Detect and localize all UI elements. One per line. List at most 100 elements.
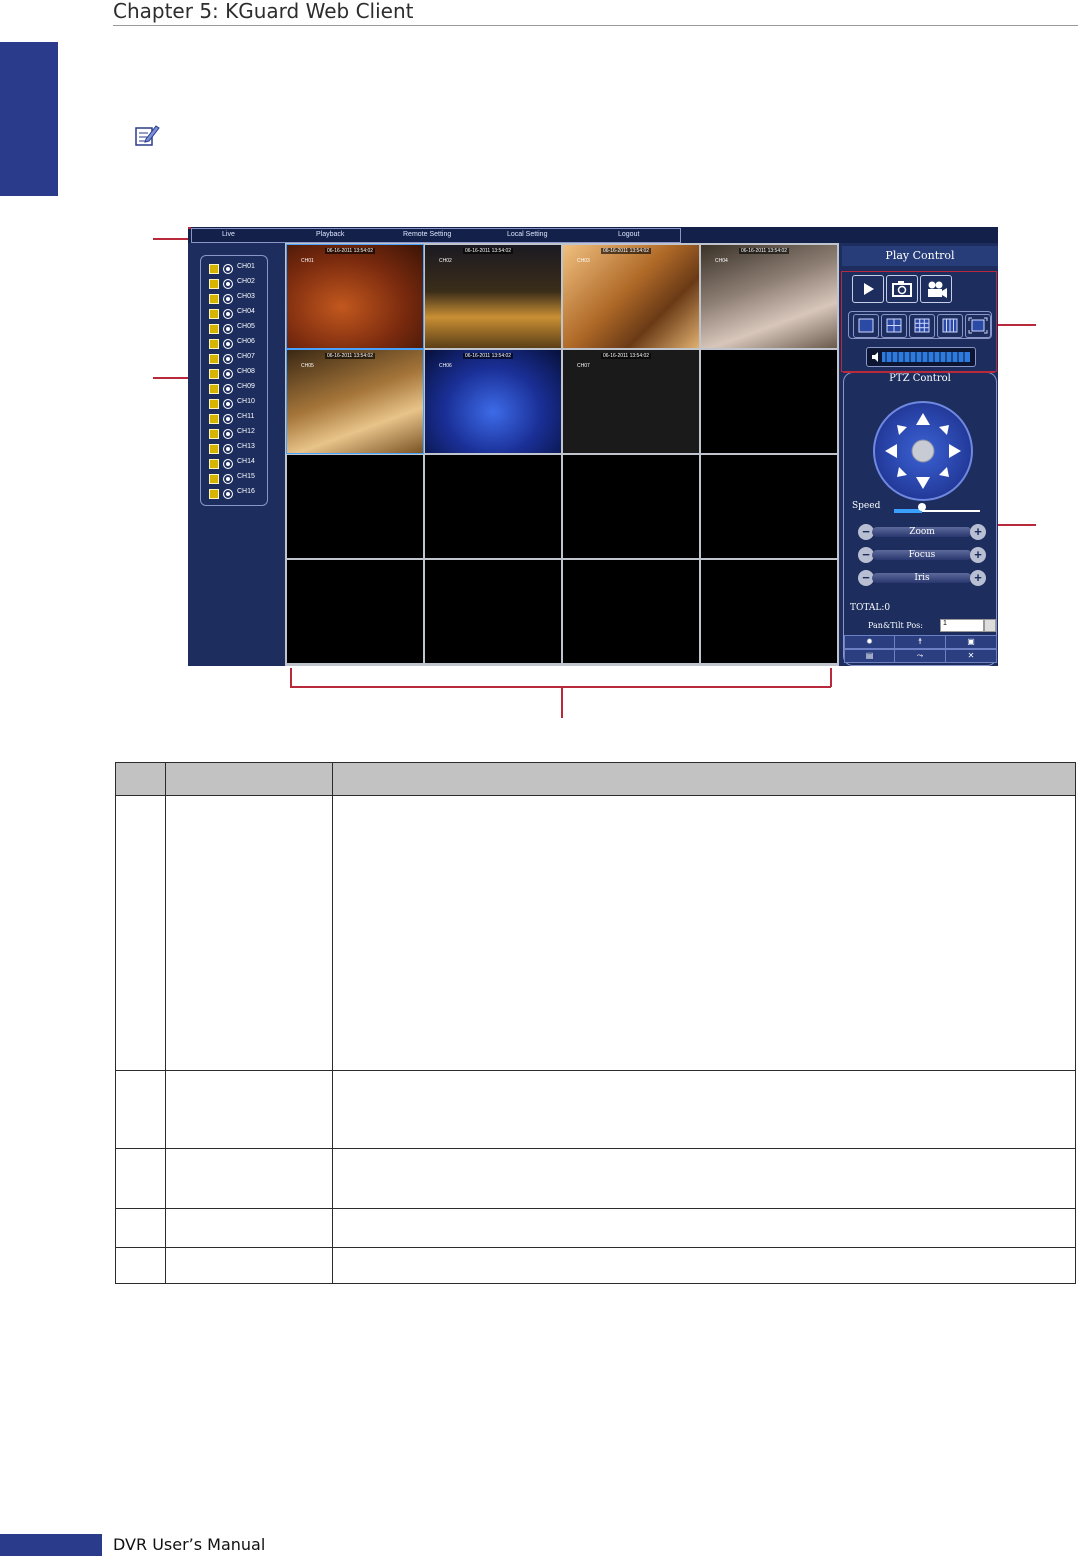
channel-row[interactable]: CH04 bbox=[209, 308, 265, 320]
play-icon[interactable] bbox=[209, 294, 219, 304]
layout-4-button[interactable] bbox=[881, 314, 907, 338]
camera-label: CH05 bbox=[301, 363, 314, 369]
channel-row[interactable]: CH15 bbox=[209, 473, 265, 485]
play-icon[interactable] bbox=[209, 459, 219, 469]
channel-row[interactable]: CH09 bbox=[209, 383, 265, 395]
layout-1-button[interactable] bbox=[853, 314, 879, 338]
menu-logout[interactable]: Logout bbox=[618, 231, 639, 238]
menu-local-setting[interactable]: Local Setting bbox=[507, 231, 547, 238]
play-icon[interactable] bbox=[209, 444, 219, 454]
table-row-border bbox=[116, 795, 1075, 796]
camera-timestamp: 06-16-2011 13:54:02 bbox=[325, 353, 376, 359]
record-dot-icon bbox=[223, 474, 233, 484]
camera-view[interactable] bbox=[701, 455, 837, 558]
channel-row[interactable]: CH05 bbox=[209, 323, 265, 335]
channel-row[interactable]: CH07 bbox=[209, 353, 265, 365]
pan-tilt-spinner[interactable] bbox=[984, 619, 996, 632]
camera-view[interactable] bbox=[425, 560, 561, 663]
menu-playback[interactable]: Playback bbox=[316, 231, 344, 238]
play-icon[interactable] bbox=[209, 474, 219, 484]
play-icon[interactable] bbox=[209, 414, 219, 424]
delete-button[interactable]: ✕ bbox=[945, 649, 997, 663]
camera-view[interactable] bbox=[287, 455, 423, 558]
footer-bar bbox=[0, 1534, 102, 1556]
ptz-joystick[interactable] bbox=[873, 401, 973, 501]
side-tab bbox=[0, 42, 58, 196]
channel-label: CH16 bbox=[237, 488, 255, 495]
channel-label: CH10 bbox=[237, 398, 255, 405]
settings-button[interactable]: ✹ bbox=[844, 635, 895, 649]
play-control-title: Play Control bbox=[842, 246, 998, 266]
layout-16-button[interactable] bbox=[937, 314, 963, 338]
snapshot-button[interactable] bbox=[886, 275, 918, 303]
channel-label: CH03 bbox=[237, 293, 255, 300]
play-icon[interactable] bbox=[209, 399, 219, 409]
focus-plus-button[interactable]: + bbox=[970, 547, 986, 563]
channel-label: CH06 bbox=[237, 338, 255, 345]
camera-view[interactable] bbox=[425, 455, 561, 558]
record-dot-icon bbox=[223, 444, 233, 454]
play-icon[interactable] bbox=[209, 339, 219, 349]
play-icon[interactable] bbox=[209, 264, 219, 274]
play-icon[interactable] bbox=[209, 429, 219, 439]
camera-view[interactable]: 06-16-2011 13:54:02 CH01 bbox=[286, 244, 424, 349]
record-dot-icon bbox=[223, 279, 233, 289]
camera-timestamp: 06-16-2011 13:54:02 bbox=[601, 248, 652, 254]
channel-row[interactable]: CH02 bbox=[209, 278, 265, 290]
camera-view[interactable] bbox=[701, 560, 837, 663]
channel-row[interactable]: CH16 bbox=[209, 488, 265, 500]
play-icon[interactable] bbox=[209, 324, 219, 334]
camera-timestamp: 06-16-2011 13:54:02 bbox=[601, 353, 652, 359]
play-icon[interactable] bbox=[209, 369, 219, 379]
layout-9-button[interactable] bbox=[909, 314, 935, 338]
zoom-in-button[interactable]: + bbox=[970, 524, 986, 540]
camera-view[interactable]: 06-16-2011 13:54:02 CH05 bbox=[286, 349, 424, 454]
camera-view[interactable]: 06-16-2011 13:54:02 CH03 bbox=[563, 245, 699, 348]
channel-row[interactable]: CH13 bbox=[209, 443, 265, 455]
channel-label: CH04 bbox=[237, 308, 255, 315]
channel-label: CH01 bbox=[237, 263, 255, 270]
camera-view[interactable]: 06-16-2011 13:54:02 CH07 bbox=[563, 350, 699, 453]
camera-label: CH07 bbox=[577, 363, 590, 369]
play-icon[interactable] bbox=[209, 279, 219, 289]
channel-row[interactable]: CH03 bbox=[209, 293, 265, 305]
channel-row[interactable]: CH10 bbox=[209, 398, 265, 410]
channel-row[interactable]: CH08 bbox=[209, 368, 265, 380]
save-button[interactable]: ▤ bbox=[844, 649, 895, 663]
play-icon[interactable] bbox=[209, 309, 219, 319]
fullscreen-button[interactable] bbox=[965, 314, 991, 338]
channel-row[interactable]: CH01 bbox=[209, 263, 265, 275]
play-icon[interactable] bbox=[209, 489, 219, 499]
channel-row[interactable]: CH14 bbox=[209, 458, 265, 470]
iris-plus-button[interactable]: + bbox=[970, 570, 986, 586]
camera-timestamp: 06-16-2011 13:54:02 bbox=[739, 248, 790, 254]
camera-view[interactable] bbox=[701, 350, 837, 453]
channel-row[interactable]: CH06 bbox=[209, 338, 265, 350]
camera-view[interactable] bbox=[563, 455, 699, 558]
note-icon bbox=[135, 125, 160, 146]
record-dot-icon bbox=[223, 354, 233, 364]
camera-view[interactable] bbox=[563, 560, 699, 663]
gear-icon: ✹ bbox=[866, 637, 873, 646]
camera-view[interactable]: 06-16-2011 13:54:02 CH04 bbox=[701, 245, 837, 348]
path-button[interactable]: ⤳ bbox=[894, 649, 946, 663]
cruise-button[interactable]: ☨ bbox=[894, 635, 946, 649]
callout-line-play-control bbox=[996, 324, 1036, 326]
volume-slider[interactable] bbox=[866, 347, 976, 367]
play-button[interactable] bbox=[852, 275, 884, 303]
ptz-callout-edge bbox=[843, 372, 995, 373]
preset-button[interactable]: ▣ bbox=[945, 635, 997, 649]
pan-tilt-input[interactable]: 1 bbox=[940, 619, 984, 632]
camera-view[interactable]: 06-16-2011 13:54:02 CH06 bbox=[425, 350, 561, 453]
record-button[interactable] bbox=[920, 275, 952, 303]
menu-live[interactable]: Live bbox=[222, 231, 235, 238]
camera-view[interactable] bbox=[287, 560, 423, 663]
camera-view[interactable]: 06-16-2011 13:54:02 CH02 bbox=[425, 245, 561, 348]
channel-row[interactable]: CH11 bbox=[209, 413, 265, 425]
play-icon[interactable] bbox=[209, 354, 219, 364]
channel-row[interactable]: CH12 bbox=[209, 428, 265, 440]
play-icon[interactable] bbox=[209, 384, 219, 394]
menu-remote-setting[interactable]: Remote Setting bbox=[403, 231, 451, 238]
callout-bracket-left bbox=[290, 668, 292, 687]
header-rule bbox=[113, 25, 1078, 26]
